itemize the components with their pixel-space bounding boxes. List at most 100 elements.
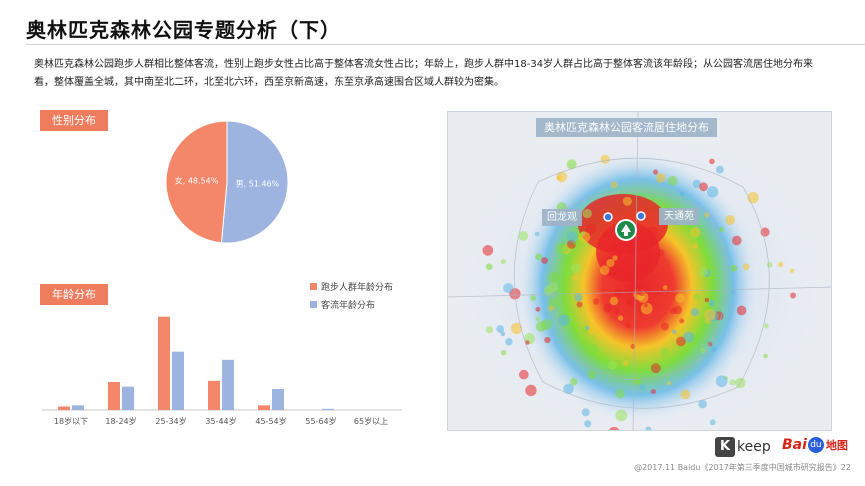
heat-dot xyxy=(544,336,551,344)
bar-visitor xyxy=(222,359,234,410)
bar-visitor xyxy=(322,408,334,410)
heat-dot xyxy=(725,215,736,225)
heat-dot xyxy=(587,344,599,356)
page-title: 奥林匹克森林公园专题分析（下） xyxy=(26,18,341,42)
heat-dot xyxy=(789,268,795,273)
park-marker xyxy=(615,219,637,241)
heat-dot xyxy=(709,158,715,165)
heat-dot xyxy=(690,226,701,238)
heat-dot xyxy=(680,389,691,400)
map-title: 奥林匹克森林公园客流居住地分布 xyxy=(536,118,717,137)
heat-dot xyxy=(628,245,639,256)
heat-dot xyxy=(535,306,541,312)
x-tick-label: 45-54岁 xyxy=(255,416,286,426)
heat-dot xyxy=(632,285,642,295)
baidu-logo-map: 地图 xyxy=(825,439,848,452)
heat-dot xyxy=(690,308,700,317)
heat-dot xyxy=(525,384,537,397)
heat-dot xyxy=(704,308,716,321)
heat-dot xyxy=(584,420,592,428)
x-tick-label: 25-34岁 xyxy=(155,416,186,426)
bar-visitor xyxy=(272,389,284,410)
heat-dot xyxy=(700,347,706,354)
heat-dot xyxy=(567,231,578,243)
legend-label-runner: 跑步人群年龄分布 xyxy=(321,282,394,293)
heat-dot xyxy=(606,258,615,268)
heat-dot xyxy=(709,419,716,426)
heat-dot xyxy=(603,303,613,313)
heat-dot xyxy=(547,271,559,284)
keep-logo: K keep xyxy=(715,437,771,457)
heat-dot xyxy=(612,255,618,261)
heat-dot xyxy=(707,186,719,198)
bar-visitor xyxy=(172,351,184,410)
gender-pie-chart: 男, 51.46% 女, 48.54% xyxy=(165,120,289,244)
heat-dot xyxy=(708,299,716,307)
heatmap-panel: 奥林匹克森林公园客流居住地分布 回龙观 天通苑 xyxy=(447,111,832,431)
heat-dot xyxy=(500,349,507,356)
x-tick-label: 18岁以下 xyxy=(54,416,88,426)
heat-dot xyxy=(625,322,631,329)
heat-dot xyxy=(763,323,769,329)
age-bar-chart: 18岁以下 18-24岁 25-34岁 35-44岁 45-54岁 55-64岁 65岁以上 xyxy=(42,316,402,426)
keep-logo-mark: K xyxy=(715,437,735,457)
heat-dot xyxy=(576,301,583,308)
heat-dot xyxy=(587,370,597,380)
heat-dot xyxy=(676,336,686,347)
heat-dot xyxy=(645,253,650,258)
bar-visitor xyxy=(72,405,84,410)
heat-dot xyxy=(675,293,685,303)
heat-dot xyxy=(503,282,514,294)
heat-dot xyxy=(610,181,618,189)
heat-dot xyxy=(766,261,773,268)
heat-dot xyxy=(730,264,738,272)
heat-dot xyxy=(581,408,590,417)
legend-swatch-runner xyxy=(310,282,317,290)
heat-dot xyxy=(613,308,620,315)
x-tick-label: 65岁以上 xyxy=(354,416,388,426)
heat-dot xyxy=(731,235,742,246)
heat-dot xyxy=(736,305,747,316)
heat-dot xyxy=(609,296,619,306)
legend-item-runner: 跑步人群年龄分布 xyxy=(310,277,393,295)
heat-dot xyxy=(699,182,708,192)
heat-dot xyxy=(620,268,627,275)
heat-dot xyxy=(592,298,600,305)
residence-heatmap xyxy=(448,112,831,430)
heat-dot xyxy=(585,223,597,234)
map-label-tiantongyuan: 天通苑 xyxy=(659,208,699,225)
heat-dot xyxy=(679,318,685,324)
pie-label-female: 女, 48.54% xyxy=(175,176,219,186)
heat-dot xyxy=(777,261,784,268)
summary-text: 奥林匹克森林公园跑步人群相比整体客流，性别上跑步女性占比高于整体客流女性占比；年… xyxy=(34,59,814,88)
heat-dot xyxy=(693,293,700,301)
heat-dot xyxy=(615,409,628,422)
heat-dot xyxy=(535,321,547,332)
title-divider xyxy=(26,44,865,45)
heat-dot xyxy=(500,258,506,265)
heat-dot xyxy=(556,175,562,181)
heat-dot xyxy=(485,263,493,271)
heat-dot xyxy=(535,253,543,261)
map-label-huilongguan: 回龙观 xyxy=(542,209,582,226)
heat-dot xyxy=(636,379,642,385)
x-tick-label: 35-44岁 xyxy=(205,416,236,426)
heat-dot xyxy=(652,169,659,175)
heat-dot xyxy=(742,263,750,271)
heat-dot xyxy=(611,268,619,275)
heat-dot xyxy=(519,369,529,380)
heat-dot xyxy=(500,331,506,337)
heat-dot xyxy=(692,243,699,250)
heat-dot xyxy=(698,266,708,277)
bar-visitor xyxy=(122,386,134,410)
pie-label-male: 男, 51.46% xyxy=(236,179,280,188)
heat-dot xyxy=(582,208,592,219)
heat-dot xyxy=(655,173,666,183)
heat-dot xyxy=(510,322,523,335)
heat-dot xyxy=(660,347,670,357)
heat-dot xyxy=(729,379,736,386)
heat-dot xyxy=(599,265,610,276)
heat-dot xyxy=(623,284,631,292)
heat-dot xyxy=(617,315,624,321)
heat-dot xyxy=(657,249,665,257)
